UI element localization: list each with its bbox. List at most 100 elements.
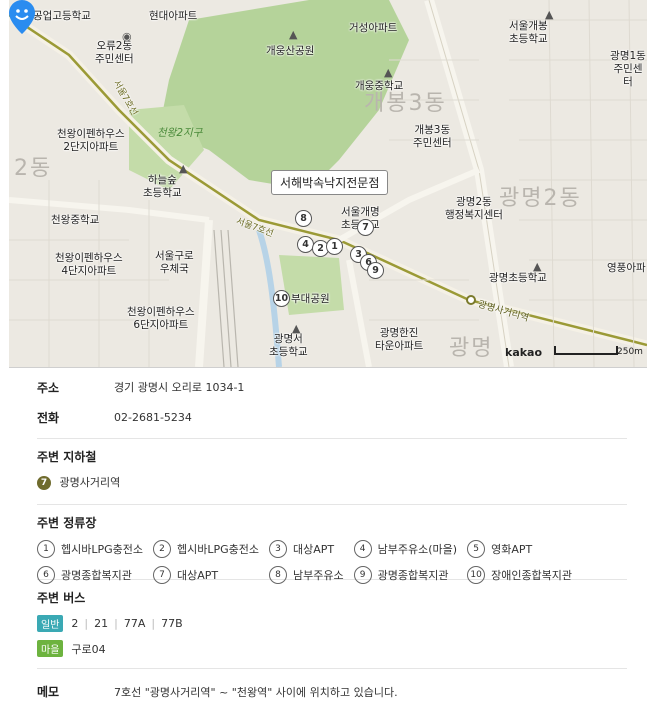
map-view[interactable]: 2동 개봉3동 광명2동 광명 공업고등학교 현대아파트 오류2동 주민센터 개… xyxy=(9,0,647,368)
busstop-name[interactable]: 대상APT xyxy=(293,541,334,557)
bus-stop-marker[interactable]: 1 xyxy=(326,238,343,255)
bus-number[interactable]: 2 xyxy=(71,617,78,630)
busstop-name[interactable]: 대상APT xyxy=(177,567,218,583)
map-label: 천왕이펜하우스 6단지아파트 xyxy=(127,306,195,331)
map-label: 현대아파트 xyxy=(149,10,198,22)
busstop-item[interactable]: 6 광명종합복지관 xyxy=(37,566,143,584)
memo-section: 메모 7호선 "광명사거리역" ~ "천왕역" 사이에 위치하고 있습니다. xyxy=(37,668,627,700)
general-bus-badge: 일반 xyxy=(37,615,64,632)
busstop-number: 1 xyxy=(37,540,55,558)
bus-stop-marker[interactable]: 7 xyxy=(357,219,374,236)
busstop-item[interactable]: 9 광명종합복지관 xyxy=(353,566,457,584)
busstop-item[interactable]: 2 헵시바LPG충전소 xyxy=(153,540,259,558)
memo-text: 7호선 "광명사거리역" ~ "천왕역" 사이에 위치하고 있습니다. xyxy=(114,685,398,699)
map-label: 부대공원 xyxy=(291,293,330,305)
map-label: 영풍아파 xyxy=(607,262,646,274)
busstop-name[interactable]: 헵시바LPG충전소 xyxy=(61,541,143,557)
subway-item[interactable]: 7 광명사거리역 xyxy=(37,474,627,490)
phone-row: 전화 02-2681-5234 xyxy=(37,402,627,432)
map-label: 광명1동 주민센터 xyxy=(610,50,646,88)
bus-general-row: 일반 2 | 21 | 77A | 77B xyxy=(37,615,627,632)
map-label: 광명한진 타운아파트 xyxy=(375,327,424,352)
map-label: 서울구로 우체국 xyxy=(155,250,194,275)
scale-bar xyxy=(554,346,618,355)
village-bus-badge: 마을 xyxy=(37,640,64,657)
map-label: 공업고등학교 xyxy=(33,10,91,22)
general-bus-list: 2 | 21 | 77A | 77B xyxy=(71,617,182,630)
bus-village-row: 마을 구로04 xyxy=(37,640,627,657)
village-bus-list: 구로04 xyxy=(71,641,105,657)
bus-separator: | xyxy=(84,617,89,630)
scale-label: 250m xyxy=(617,347,643,357)
bus-separator: | xyxy=(151,617,156,630)
busstop-title: 주변 정류장 xyxy=(37,516,97,530)
bus-number[interactable]: 77B xyxy=(161,617,183,630)
map-label: 하늘숲 초등학교 xyxy=(143,174,182,199)
busstop-item[interactable]: 1 헵시바LPG충전소 xyxy=(37,540,143,558)
busstop-number: 10 xyxy=(467,566,486,584)
park-icon: ▲ xyxy=(289,28,298,41)
subway-line-badge: 7 xyxy=(37,476,51,490)
busstop-item[interactable]: 7 대상APT xyxy=(153,566,259,584)
address-label: 주소 xyxy=(37,380,60,395)
poi-icon: ◉ xyxy=(122,30,132,43)
bus-number[interactable]: 21 xyxy=(94,617,108,630)
busstop-number: 7 xyxy=(153,566,172,584)
subway-section: 주변 지하철 7 광명사거리역 xyxy=(37,438,627,504)
busstop-number: 2 xyxy=(153,540,172,558)
place-info-panel: 주소 경기 광명시 오리로 1034-1 전화 02-2681-5234 주변 … xyxy=(37,372,627,700)
busstop-name[interactable]: 영화APT xyxy=(491,541,532,557)
bus-number[interactable]: 77A xyxy=(124,617,146,630)
busstop-section: 주변 정류장 1 헵시바LPG충전소 2 헵시바LPG충전소 3 대상APT 4 남부주유소(… xyxy=(37,504,627,584)
map-label: 개웅중학교 xyxy=(355,80,404,92)
bus-separator: | xyxy=(114,617,118,630)
busstop-number: 9 xyxy=(353,566,372,584)
busstop-item[interactable]: 8 남부주유소 xyxy=(269,566,344,584)
map-label: 광명서 초등학교 xyxy=(269,333,308,358)
busstop-list: 1 헵시바LPG충전소 2 헵시바LPG충전소 3 대상APT 4 남부주유소(마을) 5 영화A… xyxy=(37,540,627,584)
school-icon: ▲ xyxy=(533,260,542,273)
address-value: 경기 광명시 오리로 1034-1 xyxy=(114,381,245,394)
busstop-name[interactable]: 광명종합복지관 xyxy=(378,567,449,583)
bus-stop-marker[interactable]: 9 xyxy=(367,262,384,279)
park-label: 천왕2지구 xyxy=(157,127,203,139)
location-pin-icon[interactable] xyxy=(9,0,35,34)
school-icon: ▲ xyxy=(384,66,393,79)
phone-label: 전화 xyxy=(37,410,60,425)
bus-title: 주변 버스 xyxy=(37,591,86,605)
map-label: 개웅산공원 xyxy=(266,45,315,57)
map-label: 광명2동 행정복지센터 xyxy=(445,196,503,221)
busstop-name[interactable]: 남부주유소 xyxy=(293,567,344,583)
subway-title: 주변 지하철 xyxy=(37,450,97,464)
school-icon: ▲ xyxy=(292,322,301,335)
busstop-item[interactable]: 3 대상APT xyxy=(269,540,344,558)
bus-number[interactable]: 구로04 xyxy=(71,643,105,656)
map-label: 천왕이펜하우스 4단지아파트 xyxy=(55,252,123,277)
map-label: 오류2동 주민센터 xyxy=(95,40,134,65)
map-label: 개봉3동 주민센터 xyxy=(413,124,452,149)
busstop-item[interactable]: 5 영화APT xyxy=(467,540,572,558)
memo-label: 메모 xyxy=(37,685,60,699)
phone-value[interactable]: 02-2681-5234 xyxy=(114,411,192,424)
place-name-bubble[interactable]: 서해박속낙지전문점 xyxy=(271,170,389,195)
busstop-name[interactable]: 남부주유소(마을) xyxy=(378,541,457,557)
busstop-name[interactable]: 장애인종합복지관 xyxy=(491,567,572,583)
busstop-item[interactable]: 10 장애인종합복지관 xyxy=(467,566,572,584)
area-label: 광명2동 xyxy=(499,186,582,211)
busstop-item[interactable]: 4 남부주유소(마을) xyxy=(353,540,457,558)
map-label: 서울개봉 초등학교 xyxy=(509,20,548,45)
busstop-number: 6 xyxy=(37,566,55,584)
area-label: 광명 xyxy=(449,336,494,361)
bus-section: 주변 버스 일반 2 | 21 | 77A | 77B 마을 구로04 xyxy=(37,579,627,668)
map-label: 천왕이펜하우스 2단지아파트 xyxy=(57,128,125,153)
map-label: 천왕중학교 xyxy=(51,214,100,226)
school-icon: ▲ xyxy=(179,162,188,175)
busstop-name[interactable]: 헵시바LPG충전소 xyxy=(177,541,259,557)
address-row: 주소 경기 광명시 오리로 1034-1 xyxy=(37,372,627,402)
bus-stop-marker[interactable]: 8 xyxy=(295,210,312,227)
subway-station-name[interactable]: 광명사거리역 xyxy=(60,476,121,489)
busstop-number: 8 xyxy=(269,566,288,584)
busstop-name[interactable]: 광명종합복지관 xyxy=(61,567,132,583)
school-icon: ▲ xyxy=(545,8,554,21)
bus-stop-marker[interactable]: 10 xyxy=(273,290,290,307)
